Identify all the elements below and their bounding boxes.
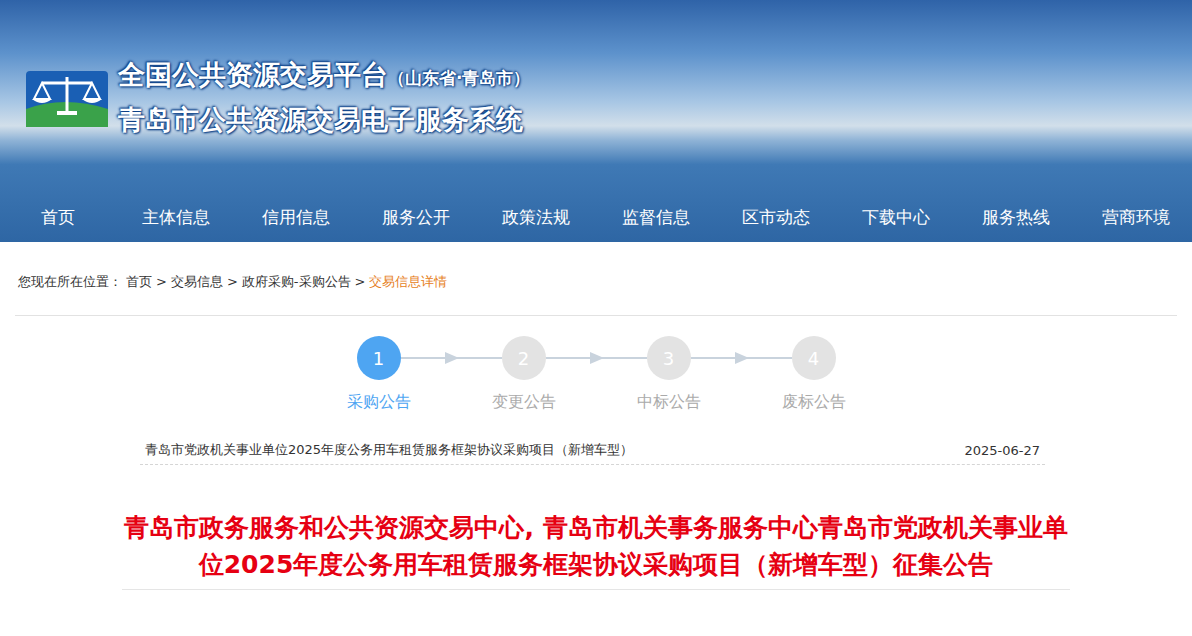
breadcrumb-prefix: 您现在所在位置： <box>18 273 122 291</box>
nav-item[interactable]: 服务热线 <box>956 206 1076 229</box>
step[interactable]: 4 废标公告 <box>764 336 864 413</box>
step[interactable]: 3 中标公告 <box>619 336 719 413</box>
step-number: 3 <box>647 336 691 380</box>
step-label: 中标公告 <box>637 392 701 413</box>
header-banner: 全国公共资源交易平台（山东省·青岛市） 青岛市公共资源交易电子服务系统首页主体信息… <box>0 0 1192 242</box>
breadcrumb-separator: > <box>156 274 167 289</box>
breadcrumb-item: 交易信息详情 <box>369 273 447 291</box>
breadcrumb-item[interactable]: 首页 <box>126 273 152 291</box>
nav-item[interactable]: 监督信息 <box>596 206 716 229</box>
nav-item[interactable]: 区市动态 <box>716 206 836 229</box>
step-number: 2 <box>502 336 546 380</box>
step[interactable]: 1 采购公告 <box>329 336 429 413</box>
progress-steps: 1 采购公告 2 变更公告 3 中标公告 4 废标公告 <box>0 316 1192 413</box>
announcement-heading: 青岛市政务服务和公共资源交易中心, 青岛市机关事务服务中心青岛市党政机关事业单位… <box>122 509 1070 590</box>
step-number: 1 <box>357 336 401 380</box>
notice-row: 青岛市党政机关事业单位2025年度公务用车租赁服务框架协议采购项目（新增车型） 2… <box>140 437 1045 465</box>
nav-item[interactable]: 营商环境 <box>1076 206 1192 229</box>
nav-item[interactable]: 信用信息 <box>236 206 356 229</box>
nav-item[interactable]: 政策法规 <box>476 206 596 229</box>
brand: 全国公共资源交易平台（山东省·青岛市） 青岛市公共资源交易电子服务系统 <box>0 0 1192 137</box>
step-arrow-icon <box>546 336 647 380</box>
nav-item[interactable]: 主体信息 <box>116 206 236 229</box>
notice-title: 青岛市党政机关事业单位2025年度公务用车租赁服务框架协议采购项目（新增车型） <box>145 441 633 459</box>
breadcrumb-item[interactable]: 政府采购-采购公告 <box>242 273 351 291</box>
breadcrumb-separator: > <box>227 274 238 289</box>
platform-logo-icon <box>24 65 110 131</box>
step-number: 4 <box>792 336 836 380</box>
step-arrow-icon <box>691 336 792 380</box>
step-label: 废标公告 <box>782 392 846 413</box>
system-title: 青岛市公共资源交易电子服务系统 <box>118 103 530 137</box>
title-block: 全国公共资源交易平台（山东省·青岛市） 青岛市公共资源交易电子服务系统 <box>118 58 530 137</box>
step[interactable]: 2 变更公告 <box>474 336 574 413</box>
breadcrumb-item[interactable]: 交易信息 <box>171 273 223 291</box>
platform-title: 全国公共资源交易平台（山东省·青岛市） <box>118 58 530 95</box>
nav-item[interactable]: 下载中心 <box>836 206 956 229</box>
nav-bar: 首页主体信息信用信息服务公开政策法规监督信息区市动态下载中心服务热线营商环境 <box>0 192 1192 242</box>
step-label: 变更公告 <box>492 392 556 413</box>
notice-date: 2025-06-27 <box>964 443 1040 458</box>
nav-item[interactable]: 首页 <box>0 206 116 229</box>
step-label: 采购公告 <box>347 392 411 413</box>
platform-region: （山东省·青岛市） <box>388 61 530 95</box>
step-arrow-icon <box>401 336 502 380</box>
nav-item[interactable]: 服务公开 <box>356 206 476 229</box>
breadcrumb-separator: > <box>355 274 366 289</box>
breadcrumb: 您现在所在位置：首页>交易信息>政府采购-采购公告>交易信息详情 <box>15 242 1177 316</box>
page: 全国公共资源交易平台（山东省·青岛市）青岛市公共资源交易电子服务系统首页主体信息… <box>0 0 1192 636</box>
